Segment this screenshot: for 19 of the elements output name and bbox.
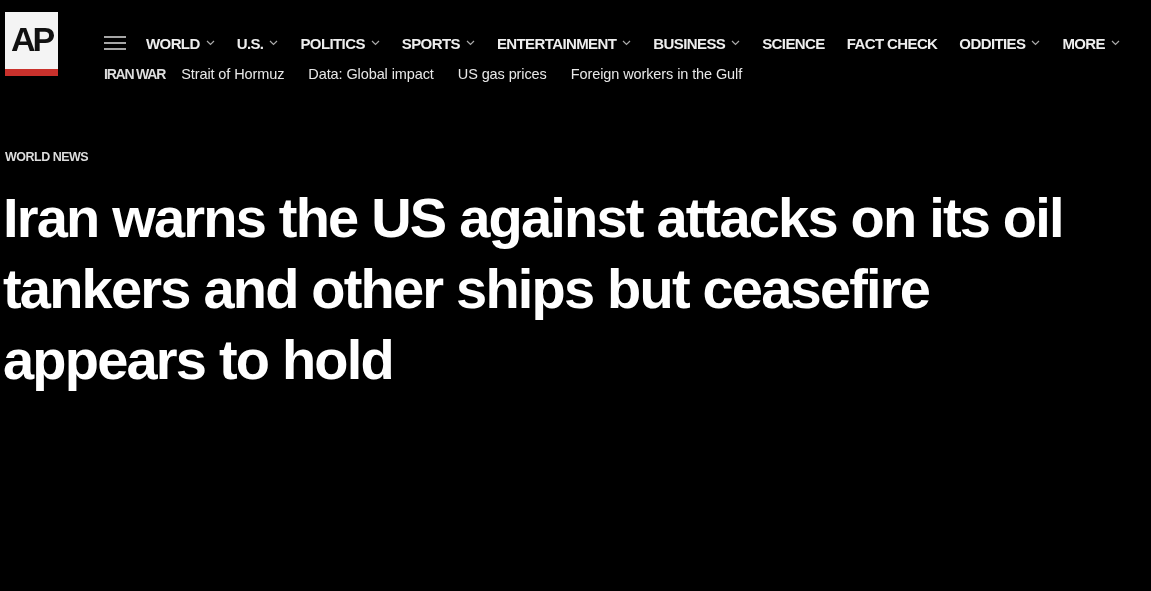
nav-link[interactable]: WORLD: [146, 34, 215, 52]
nav-link[interactable]: MORE: [1062, 34, 1120, 52]
nav-link[interactable]: BUSINESS: [653, 34, 741, 52]
nav-link[interactable]: ENTERTAINMENT: [496, 34, 632, 52]
topic-link[interactable]: Data: Global impact: [308, 66, 434, 82]
nav-link[interactable]: SPORTS: [401, 34, 475, 52]
logo[interactable]: AP: [5, 12, 58, 76]
topic-link[interactable]: Foreign workers in the Gulf: [570, 66, 743, 82]
topic-link[interactable]: Strait of Hormuz: [181, 66, 285, 82]
nav-link[interactable]: FACT CHECK: [846, 34, 938, 52]
nav-link[interactable]: POLITICS: [300, 34, 380, 52]
menu-icon[interactable]: [104, 36, 126, 50]
nav-link[interactable]: U.S.: [236, 34, 279, 52]
headline: Iran warns the US against attacks on its oil tankers and other ships but ceasefire appears to hold: [3, 185, 1064, 393]
topic-link[interactable]: US gas prices: [457, 66, 547, 82]
nav-link[interactable]: SCIENCE: [762, 34, 825, 52]
section-label[interactable]: WORLD NEWS: [5, 150, 1151, 164]
topic-label[interactable]: IRAN WAR: [104, 66, 166, 82]
nav-link[interactable]: ODDITIES: [959, 34, 1041, 52]
